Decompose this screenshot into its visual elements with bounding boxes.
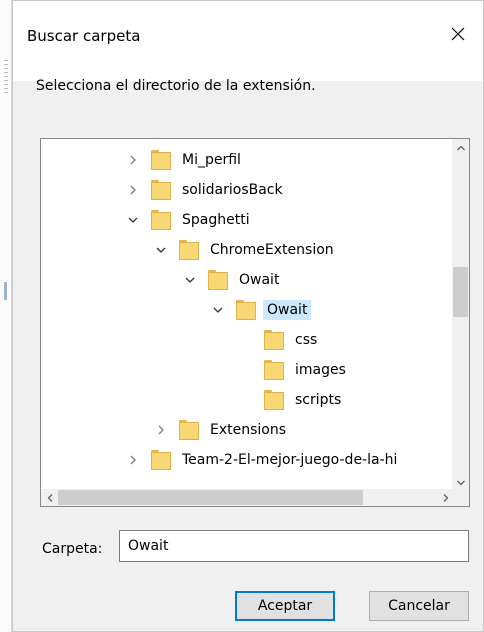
folder-tree[interactable]: Mi_perfil solidariosBack Spaghetti ChromeEx… [40, 138, 470, 507]
expand-chevron-icon[interactable] [125, 152, 141, 168]
folder-icon [264, 329, 284, 351]
close-button[interactable] [439, 17, 477, 51]
accept-button[interactable]: Aceptar [235, 591, 335, 621]
tree-item-label: solidariosBack [182, 182, 283, 198]
collapse-chevron-icon[interactable] [153, 242, 169, 258]
scroll-left-button[interactable] [41, 489, 58, 506]
instruction-text: Selecciona el directorio de la extensión… [36, 78, 316, 94]
tree-item[interactable]: images [238, 355, 350, 385]
horizontal-scrollbar[interactable] [41, 489, 454, 506]
chevron-left-icon [47, 493, 52, 502]
cancel-button[interactable]: Cancelar [369, 591, 469, 621]
browse-folder-dialog: Buscar carpeta Selecciona el directorio … [12, 0, 484, 632]
folder-icon [151, 449, 171, 471]
collapse-chevron-icon[interactable] [125, 212, 141, 228]
title-bar: Buscar carpeta [13, 1, 483, 81]
expand-chevron-icon[interactable] [153, 422, 169, 438]
tree-item[interactable]: Owait [210, 295, 312, 325]
background-window-mark [4, 282, 7, 300]
chevron-up-icon [456, 145, 465, 150]
tree-item-label: Extensions [210, 422, 287, 438]
tree-item[interactable]: Extensions [153, 415, 290, 445]
background-window-mark [4, 60, 8, 95]
folder-icon [179, 239, 199, 261]
chevron-right-icon [443, 493, 448, 502]
tree-item[interactable]: Owait [182, 265, 283, 295]
tree-item-label: Spaghetti [182, 212, 250, 228]
folder-icon [151, 209, 171, 231]
tree-item-label: images [295, 362, 346, 378]
close-icon [451, 27, 465, 41]
vertical-scrollbar[interactable] [452, 139, 469, 491]
horizontal-scroll-thumb[interactable] [58, 490, 363, 505]
expand-chevron-icon[interactable] [125, 452, 141, 468]
folder-name-input[interactable] [119, 530, 469, 562]
dialog-title: Buscar carpeta [27, 27, 141, 45]
tree-item[interactable]: Spaghetti [125, 205, 254, 235]
tree-item[interactable]: solidariosBack [125, 175, 287, 205]
tree-item-label: Owait [239, 272, 280, 288]
expand-chevron-icon[interactable] [125, 182, 141, 198]
folder-icon [208, 269, 228, 291]
tree-item-label: css [295, 332, 318, 348]
tree-item[interactable]: css [238, 325, 321, 355]
folder-icon [179, 419, 199, 441]
folder-icon [264, 359, 284, 381]
tree-item-label: Team-2-El-mejor-juego-de-la-hi [182, 452, 398, 468]
vertical-scroll-thumb[interactable] [453, 267, 468, 317]
folder-icon [264, 389, 284, 411]
collapse-chevron-icon[interactable] [210, 302, 226, 318]
tree-item[interactable]: scripts [238, 385, 345, 415]
collapse-chevron-icon[interactable] [182, 272, 198, 288]
tree-item-label-selected: Owait [263, 300, 312, 320]
folder-icon [151, 149, 171, 171]
scroll-up-button[interactable] [452, 139, 469, 156]
tree-item-label: Mi_perfil [182, 152, 241, 168]
folder-field-label: Carpeta: [42, 541, 103, 557]
background-window-edge [0, 0, 12, 632]
tree-item-label: ChromeExtension [210, 242, 334, 258]
folder-icon [236, 299, 256, 321]
folder-icon [151, 179, 171, 201]
tree-item-label: scripts [295, 392, 342, 408]
tree-item[interactable]: Mi_perfil [125, 145, 245, 175]
chevron-down-icon [456, 480, 465, 485]
tree-item[interactable]: ChromeExtension [153, 235, 338, 265]
tree-item[interactable]: Team-2-El-mejor-juego-de-la-hi [125, 445, 401, 475]
scrollbar-corner [452, 489, 469, 506]
